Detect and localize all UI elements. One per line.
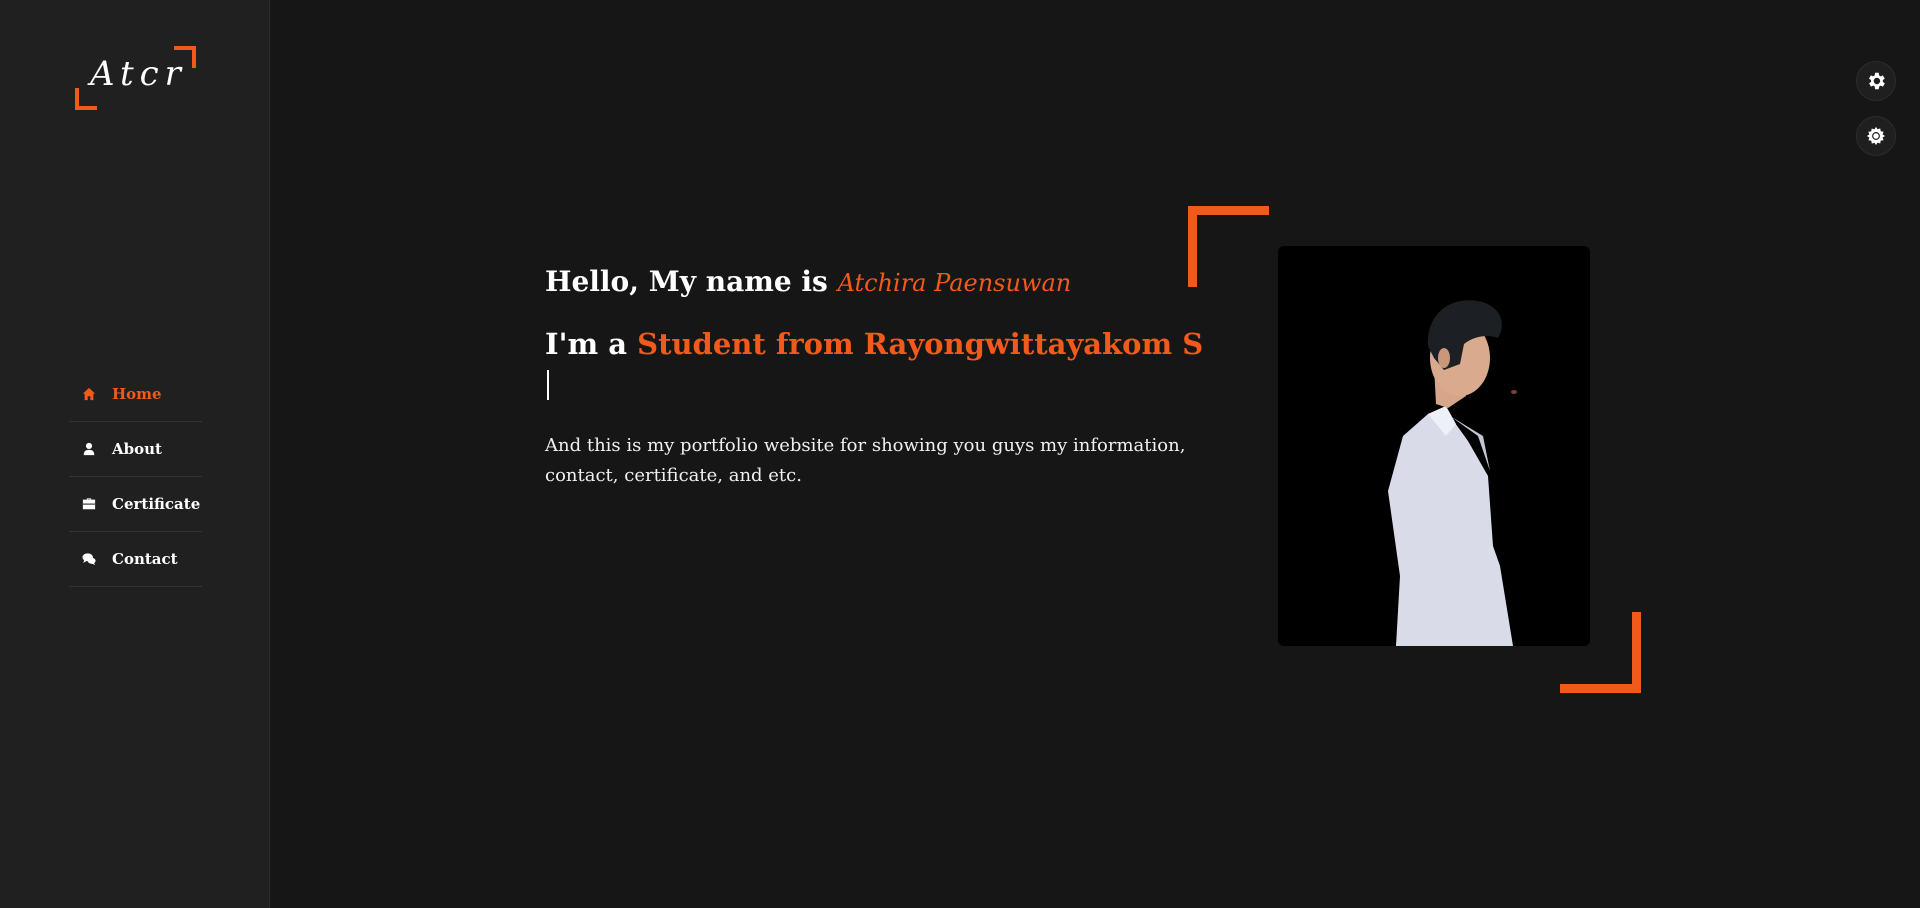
sidebar: Atcr Home About Certificate Contact [0,0,270,908]
nav-item-label: About [112,440,162,458]
nav-item-home[interactable]: Home [69,367,202,422]
typing-cursor [547,370,549,400]
hero-description: And this is my portfolio website for sho… [545,435,1186,486]
role-value: Student from Rayongwittayakom S [637,327,1204,361]
nav-item-label: Contact [112,550,178,568]
hero-text: Hello, My name is Atchira Paensuwan I'm … [545,262,1205,491]
photo-corner-bottom-right [1560,612,1641,693]
theme-toggle-button[interactable] [1856,116,1896,156]
briefcase-icon [82,497,96,511]
hero-name: Atchira Paensuwan [837,269,1072,297]
settings-button[interactable] [1856,61,1896,101]
profile-photo [1278,246,1590,646]
user-icon [82,442,96,456]
nav-item-certificate[interactable]: Certificate [69,477,202,532]
logo-text: Atcr [90,54,187,94]
greeting-heading: Hello, My name is Atchira Paensuwan [545,262,1205,303]
sidebar-nav: Home About Certificate Contact [69,367,202,587]
gear-icon [1869,72,1885,90]
role-prefix: I'm a [545,327,628,361]
greeting-prefix: Hello, My name is [545,265,828,298]
nav-item-contact[interactable]: Contact [69,532,202,587]
home-icon [82,387,96,401]
person-silhouette [1388,300,1517,646]
sun-gear-icon [1866,126,1886,146]
chat-icon [82,552,96,566]
nav-item-label: Home [112,385,162,403]
nav-item-label: Certificate [112,495,201,513]
logo[interactable]: Atcr [72,44,196,114]
nav-item-about[interactable]: About [69,422,202,477]
role-heading: I'm a Student from Rayongwittayakom S [545,323,1205,407]
photo-corner-top-left [1188,206,1269,287]
